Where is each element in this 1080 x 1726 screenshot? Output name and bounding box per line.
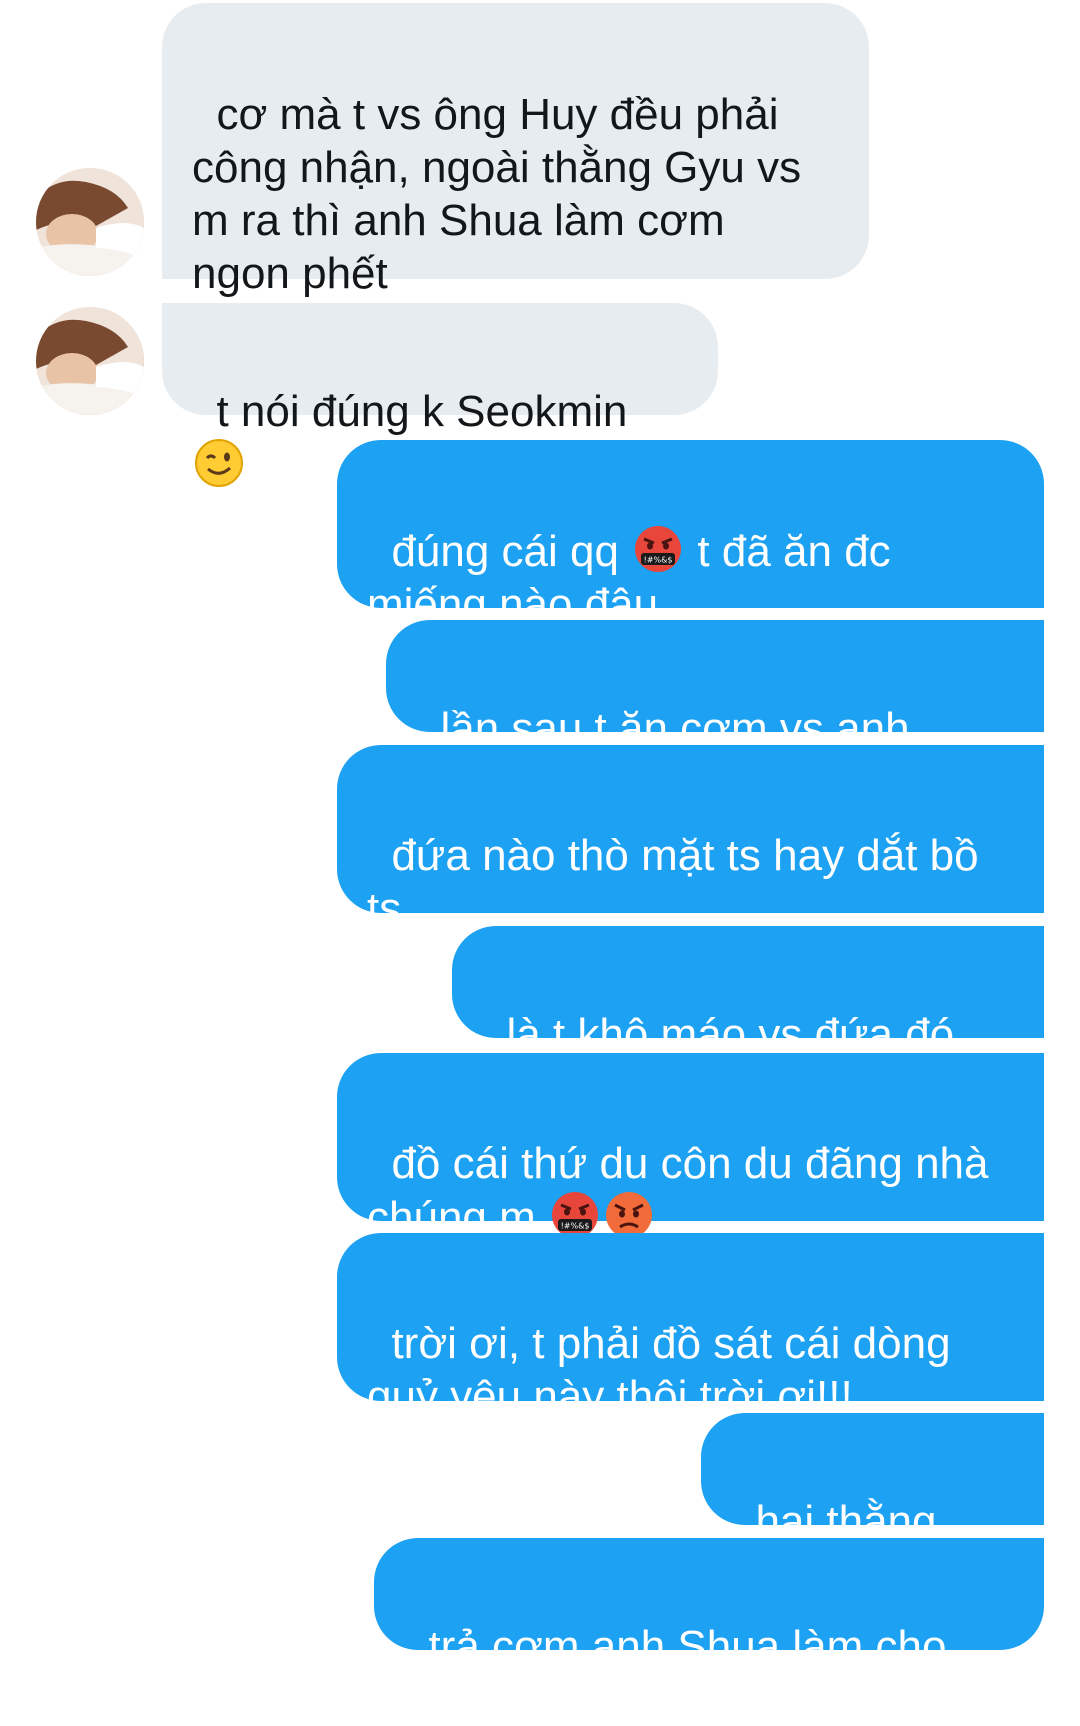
message-text: đồ cái thứ du côn du đãng nhà chúng m <box>367 1139 989 1242</box>
message-text: đứa nào thò mặt ts hay dắt bồ ts <box>367 831 979 933</box>
message-text: đúng cái qq <box>391 527 632 576</box>
message-text: trời ơi, t phải đồ sát cái dòng quỷ yêu … <box>367 1319 951 1421</box>
sent-message[interactable]: trời ơi, t phải đồ sát cái dòng quỷ yêu … <box>337 1233 1044 1421</box>
winking-face-icon <box>195 439 243 487</box>
message-text: trả cơm anh Shua làm cho t!!!! <box>404 1622 959 1724</box>
avatar[interactable] <box>36 168 144 276</box>
sent-message[interactable]: là t khô máo vs đứa đó <box>452 926 1044 1110</box>
message-text: là t khô máo vs đứa đó <box>506 1010 967 1059</box>
received-message[interactable]: t nói đúng k Seokmin <box>162 303 718 487</box>
sent-message[interactable]: lần sau t ăn cơm vs anh Shua <box>386 620 1044 806</box>
cursing-face-icon: !#%&$ <box>635 526 682 572</box>
avatar-photo-icon <box>36 307 144 415</box>
sent-message[interactable]: đứa nào thò mặt ts hay dắt bồ ts <box>337 745 1044 933</box>
avatar-photo-icon <box>36 168 144 276</box>
message-text: cơ mà t vs ông Huy đều phải công nhận, n… <box>192 90 802 298</box>
sent-message[interactable]: đồ cái thứ du côn du đãng nhà chúng m !#… <box>337 1053 1044 1242</box>
sent-message[interactable]: đúng cái qq !#%&$ t đã ăn đc miếng nào đ… <box>337 440 1044 629</box>
sent-message[interactable]: trả cơm anh Shua làm cho t!!!! <box>374 1538 1044 1724</box>
sent-message[interactable]: hai thằng kia! <box>701 1413 1044 1599</box>
received-message[interactable]: cơ mà t vs ông Huy đều phải công nhận, n… <box>162 3 869 298</box>
cursing-symbols: !#%&$ <box>644 556 673 565</box>
cursing-symbols: !#%&$ <box>561 1222 590 1231</box>
message-text: t nói đúng k Seokmin <box>216 387 640 436</box>
avatar[interactable] <box>36 307 144 415</box>
